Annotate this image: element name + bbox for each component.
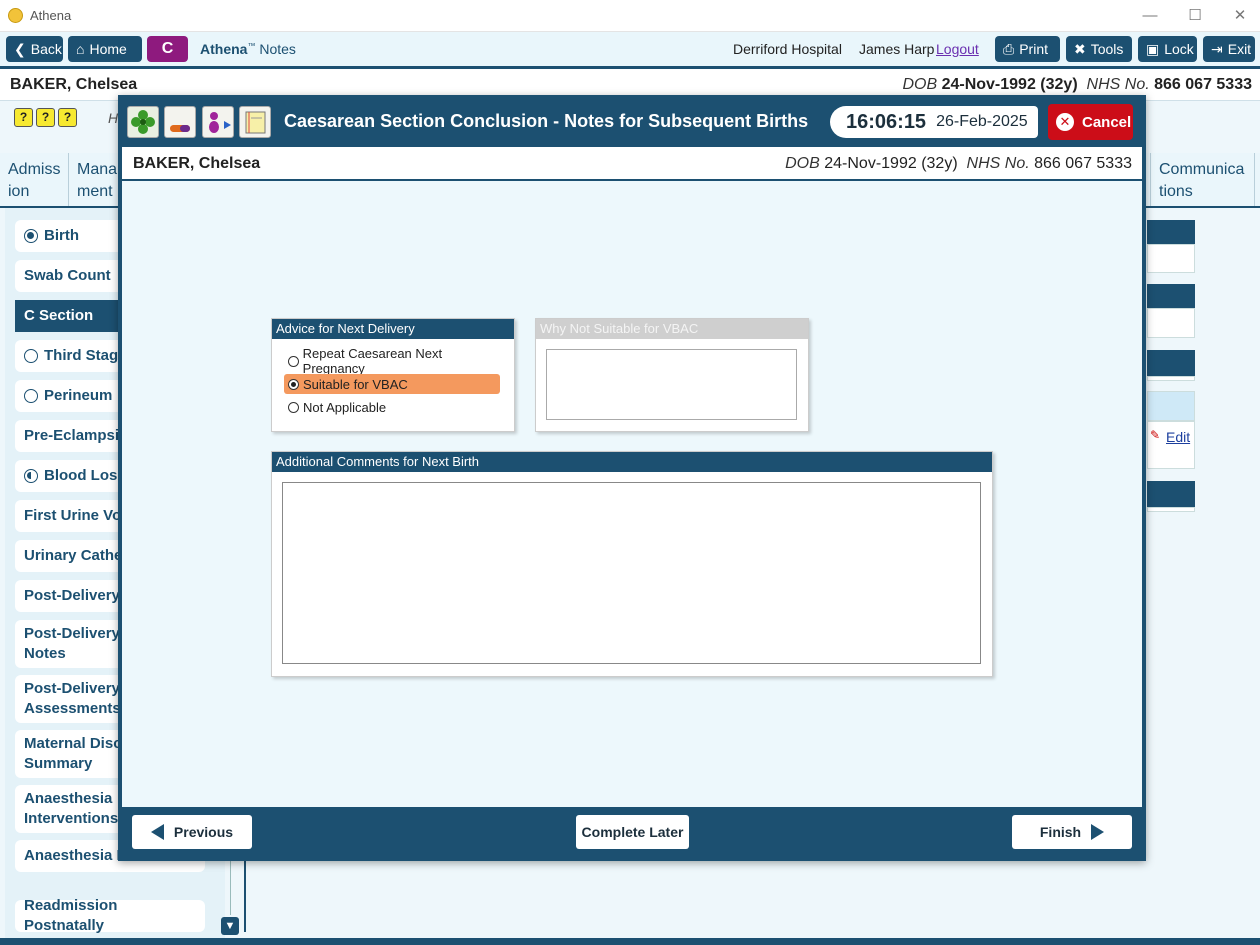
- lock-button[interactable]: ▣ Lock: [1138, 36, 1197, 62]
- dialog-footer: Previous Complete Later Finish: [122, 807, 1142, 857]
- panel-body: [1147, 308, 1195, 338]
- complete-later-button[interactable]: Complete Later: [576, 815, 689, 849]
- dialog-header: Caesarean Section Conclusion - Notes for…: [122, 99, 1142, 145]
- advice-panel-header: Advice for Next Delivery: [272, 319, 514, 339]
- tab-admission[interactable]: Admiss ion: [0, 153, 69, 206]
- sidebar-item-readmission[interactable]: Readmission Postnatally: [15, 897, 205, 934]
- help-icon[interactable]: ?: [36, 108, 55, 127]
- notepad-icon[interactable]: [239, 106, 271, 138]
- close-window-button[interactable]: ✕: [1220, 4, 1260, 28]
- option-repeat-caesarean[interactable]: Repeat Caesarean Next Pregnancy: [284, 346, 500, 376]
- dialog-patient-banner: BAKER, Chelsea DOB 24-Nov-1992 (32y) NHS…: [122, 145, 1142, 181]
- advice-panel: Advice for Next Delivery Repeat Caesarea…: [271, 318, 515, 432]
- chevron-left-icon: ❮: [14, 40, 26, 57]
- tools-button[interactable]: ✖ Tools: [1066, 36, 1132, 62]
- radio-icon: [288, 355, 299, 367]
- radio-selected-icon: [288, 378, 299, 390]
- home-button[interactable]: ⌂ Home: [68, 36, 142, 62]
- help-box-icon[interactable]: ?: [58, 108, 77, 127]
- csection-conclusion-dialog: Caesarean Section Conclusion - Notes for…: [118, 95, 1146, 861]
- patient-name: BAKER, Chelsea: [10, 76, 138, 93]
- edit-link[interactable]: Edit: [1166, 429, 1190, 445]
- clover-icon[interactable]: [127, 106, 159, 138]
- why-not-vbac-panel: Why Not Suitable for VBAC: [535, 318, 809, 432]
- radio-icon: [288, 401, 299, 413]
- background-hint: H: [108, 110, 119, 126]
- clock-display: 16:06:15 26-Feb-2025: [830, 106, 1038, 138]
- dialog-title: Caesarean Section Conclusion - Notes for…: [284, 111, 809, 131]
- mother-baby-icon[interactable]: [202, 106, 234, 138]
- previous-button[interactable]: Previous: [132, 815, 252, 849]
- panel-row: [1147, 391, 1195, 421]
- help-list-icon[interactable]: ?: [14, 108, 33, 127]
- comments-field[interactable]: [282, 482, 981, 664]
- why-not-vbac-header: Why Not Suitable for VBAC: [536, 319, 808, 339]
- minimize-button[interactable]: —: [1130, 4, 1170, 28]
- arrow-right-icon: [1091, 824, 1105, 840]
- tab-communications[interactable]: Communica tions: [1150, 153, 1255, 206]
- main-toolbar: ❮ Back ⌂ Home C Athena™ Notes Derriford Ho…: [0, 32, 1260, 66]
- user-name: James Harp: [859, 41, 935, 57]
- window-bottom-border: [0, 938, 1260, 945]
- comments-panel: Additional Comments for Next Birth: [271, 451, 993, 677]
- hospital-name: Derriford Hospital: [733, 41, 842, 57]
- lock-icon: ▣: [1146, 40, 1160, 57]
- comments-panel-header: Additional Comments for Next Birth: [272, 452, 992, 472]
- patient-identifiers: DOB 24-Nov-1992 (32y) NHS No. 866 067 53…: [902, 76, 1252, 93]
- why-not-vbac-field[interactable]: [546, 349, 797, 420]
- pencil-icon: ✎: [1150, 428, 1161, 442]
- close-icon: ✕: [1056, 113, 1074, 131]
- logout-link[interactable]: Logout: [936, 41, 979, 57]
- athena-logo-icon: [8, 8, 23, 23]
- panel-body: [1147, 507, 1195, 512]
- pending-icon: [24, 389, 38, 403]
- panel-body: [1147, 244, 1195, 273]
- window-title: Athena: [30, 8, 72, 23]
- panel-header: [1147, 350, 1195, 376]
- finish-button[interactable]: Finish: [1012, 815, 1132, 849]
- home-icon: ⌂: [76, 41, 85, 57]
- patient-name: BAKER, Chelsea: [133, 155, 261, 172]
- app-brand: Athena™ Notes: [200, 41, 296, 57]
- printer-icon: ⎙: [1003, 40, 1015, 57]
- partial-icon: [24, 469, 38, 483]
- exit-button[interactable]: ⇥ Exit: [1203, 36, 1255, 62]
- arrow-left-icon: [150, 824, 164, 840]
- tab-management[interactable]: Mana ment: [69, 153, 121, 206]
- window-titlebar: Athena — ☐ ✕: [0, 0, 1260, 32]
- maximize-button[interactable]: ☐: [1175, 4, 1215, 28]
- scroll-down-icon[interactable]: ▼: [221, 917, 239, 935]
- option-suitable-vbac[interactable]: Suitable for VBAC: [284, 374, 500, 394]
- back-button[interactable]: ❮ Back: [6, 36, 63, 62]
- current-date: 26-Feb-2025: [936, 113, 1028, 130]
- notes-badge-button[interactable]: C: [147, 36, 188, 62]
- current-time: 16:06:15: [846, 110, 927, 133]
- medication-icon[interactable]: [164, 106, 196, 138]
- exit-icon: ⇥: [1211, 40, 1223, 57]
- panel-body: [1147, 376, 1195, 381]
- tools-icon: ✖: [1074, 40, 1086, 57]
- panel-header: [1147, 220, 1195, 244]
- print-button[interactable]: ⎙ Print: [995, 36, 1060, 62]
- patient-identifiers: DOB 24-Nov-1992 (32y) NHS No. 866 067 53…: [785, 155, 1132, 172]
- cancel-button[interactable]: ✕ Cancel: [1048, 104, 1133, 140]
- option-not-applicable[interactable]: Not Applicable: [284, 397, 500, 417]
- completed-icon: [24, 229, 38, 243]
- panel-header: [1147, 481, 1195, 507]
- panel-header: [1147, 284, 1195, 308]
- help-icons: ? ? ?: [14, 108, 77, 127]
- pending-icon: [24, 349, 38, 363]
